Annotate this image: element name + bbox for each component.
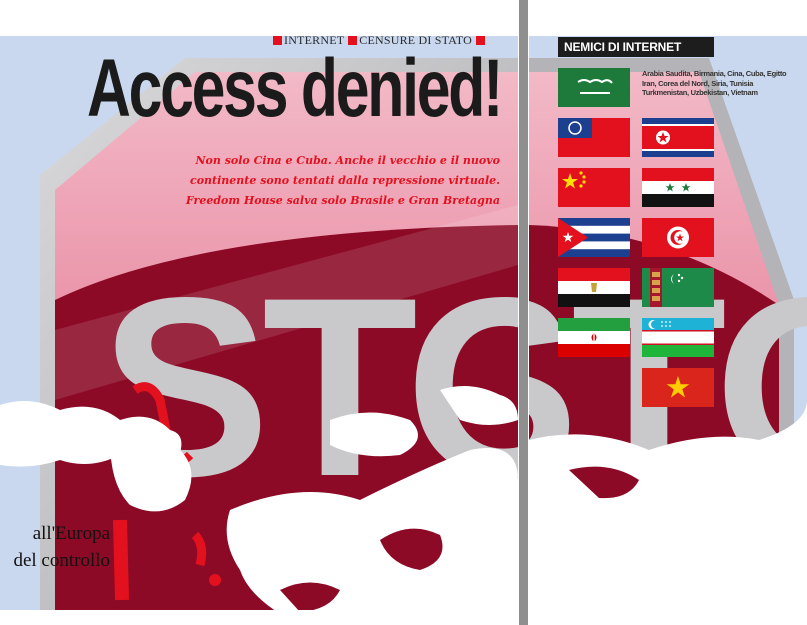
country-line: Arabia Saudita, Birmania, Cina, Cuba, Eg… <box>642 69 787 78</box>
article-title: Access denied! <box>87 43 503 134</box>
country-list: Arabia Saudita, Birmania, Cina, Cuba, Eg… <box>642 69 792 98</box>
country-line: Turkmenistan, Uzbekistan, Vietnam <box>642 88 758 97</box>
left-page: STOP INTERNET CENSURE DI STATO Access de… <box>0 0 518 625</box>
magazine-spread: STOP INTERNET CENSURE DI STATO Access de… <box>0 0 807 625</box>
burma-flag-icon <box>558 118 630 157</box>
saudi-arabia-flag-icon <box>558 68 630 107</box>
egypt-flag-icon <box>558 268 630 307</box>
page-gutter <box>518 0 529 625</box>
north-korea-flag-icon <box>642 118 714 157</box>
standfirst-line: continente sono tentati dalla repression… <box>190 174 500 187</box>
turkmenistan-flag-icon <box>642 268 714 307</box>
iran-flag-icon <box>558 318 630 357</box>
china-flag-icon <box>558 168 630 207</box>
uzbekistan-flag-icon <box>642 318 714 357</box>
body-line: del controllo <box>13 550 110 571</box>
standfirst-line: Non solo Cina e Cuba. Anche il vecchio e… <box>195 154 501 167</box>
article-standfirst: Non solo Cina e Cuba. Anche il vecchio e… <box>160 151 500 211</box>
standfirst-line: Freedom House salva solo Brasile e Gran … <box>185 194 500 207</box>
country-line: Iran, Corea del Nord, Siria, Tunisia <box>642 78 754 88</box>
vietnam-flag-icon <box>642 368 714 407</box>
sidebar-title: NEMICI DI INTERNET <box>558 37 714 57</box>
body-text-fragment: all'Europa del controllo <box>10 520 110 574</box>
body-line: all'Europa <box>32 523 110 544</box>
cuba-flag-icon <box>558 218 630 257</box>
right-page: STOP NEMICI DI INTERNET Arabia Saudita, … <box>529 0 807 625</box>
tunisia-flag-icon <box>642 218 714 257</box>
syria-flag-icon <box>642 168 714 207</box>
